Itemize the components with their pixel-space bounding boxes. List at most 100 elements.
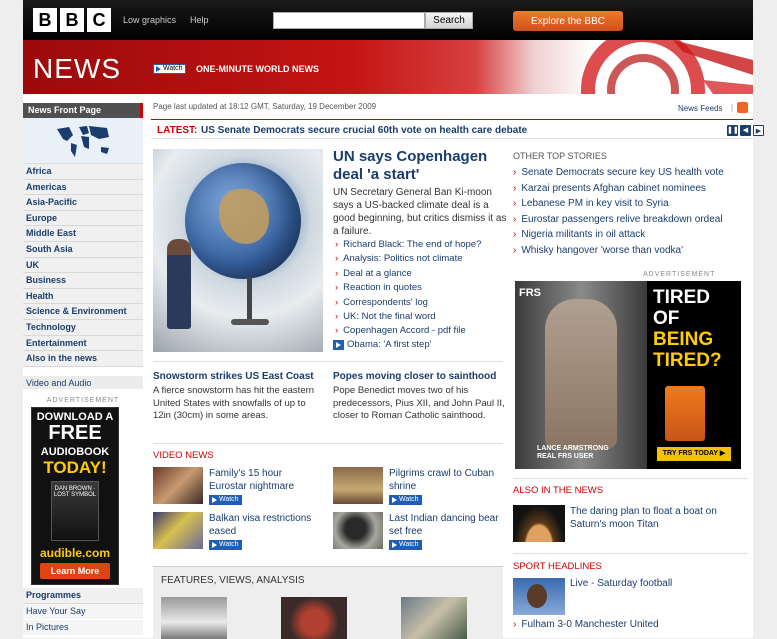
nav-item-uk[interactable]: UK	[23, 257, 143, 274]
watch-button[interactable]: Watch	[389, 495, 422, 505]
nav-item-science-environment[interactable]: Science & Environment	[23, 304, 143, 320]
top-story-link[interactable]: Karzai presents Afghan cabinet nominees	[513, 181, 748, 197]
nav-item-in-pictures[interactable]: In Pictures	[23, 619, 143, 636]
related-link[interactable]: Reaction in quotes	[335, 281, 511, 295]
latest-ticker: LATEST: US Senate Democrats secure cruci…	[151, 119, 764, 139]
top-story-link[interactable]: Eurostar passengers relive breakdown ord…	[513, 212, 748, 228]
nav-item-americas[interactable]: Americas	[23, 179, 143, 196]
nav-item-entertainment[interactable]: Entertainment	[23, 335, 143, 352]
titan-thumbnail[interactable]	[513, 505, 565, 542]
feature-thumbnail[interactable]	[401, 597, 467, 639]
video-title[interactable]: Balkan visa restrictions eased	[209, 512, 319, 538]
pause-icon[interactable]: ❚❚	[727, 125, 739, 136]
watch-button[interactable]: Watch	[209, 495, 242, 505]
product-can	[665, 386, 705, 441]
top-story-link[interactable]: Whisky hangover 'worse than vodka'	[513, 243, 748, 259]
frs-advertisement[interactable]: FRS LANCE ARMSTRONG REAL FRS USER TIRED …	[515, 281, 741, 469]
sub-story-headline[interactable]: Snowstorm strikes US East Coast	[153, 371, 314, 382]
main-story-image[interactable]	[153, 149, 323, 352]
top-story-link[interactable]: Lebanese PM in key visit to Syria	[513, 196, 748, 212]
features-section: FEATURES, VIEWS, ANALYSIS	[153, 566, 503, 639]
sport-story-link[interactable]: Fulham 3-0 Manchester United	[513, 619, 748, 630]
feature-thumbnail[interactable]	[281, 597, 347, 639]
sub-story-headline[interactable]: Popes moving closer to sainthood	[333, 371, 496, 382]
left-navigation: News Front Page Africa Americas Asia-Pac…	[23, 103, 143, 390]
related-link[interactable]: UK: Not the final word	[335, 310, 511, 324]
next-icon[interactable]: ▶	[753, 125, 764, 136]
ad-caption: LANCE ARMSTRONG REAL FRS USER	[537, 445, 609, 461]
features-heading: FEATURES, VIEWS, ANALYSIS	[161, 575, 305, 586]
previous-icon[interactable]: ◀	[740, 125, 751, 136]
ad-brand: audible.com	[39, 546, 110, 560]
related-link[interactable]: Analysis: Politics not climate	[335, 252, 511, 266]
top-story-link[interactable]: Nigeria militants in oil attack	[513, 227, 748, 243]
feature-thumbnail[interactable]	[161, 597, 227, 639]
watch-button[interactable]: Watch	[153, 64, 186, 74]
world-map-icon[interactable]	[23, 118, 143, 164]
video-title[interactable]: Pilgrims crawl to Cuban shrine	[389, 467, 499, 493]
main-related-links: Richard Black: The end of hope? Analysis…	[335, 238, 511, 339]
search-button[interactable]: Search	[425, 12, 473, 29]
rss-icon[interactable]	[737, 102, 748, 113]
also-story-link[interactable]: The daring plan to float a boat on Satur…	[570, 505, 750, 531]
nav-item-middle-east[interactable]: Middle East	[23, 226, 143, 242]
sport-thumbnail[interactable]	[513, 578, 565, 615]
main-headline[interactable]: UN says Copenhagen deal 'a start'	[333, 148, 513, 184]
nav-item-technology[interactable]: Technology	[23, 319, 143, 336]
related-link[interactable]: Correspondents' log	[335, 296, 511, 310]
nav-item-south-asia[interactable]: South Asia	[23, 241, 143, 258]
audible-ad[interactable]: DOWNLOAD A FREE AUDIOBOOK TODAY! DAN BRO…	[31, 407, 119, 585]
one-minute-news-link[interactable]: ONE-MINUTE WORLD NEWS	[196, 64, 319, 74]
try-frs-button[interactable]: TRY FRS TODAY ▶	[657, 447, 731, 461]
video-thumbnail[interactable]	[333, 512, 383, 549]
video-thumbnail[interactable]	[153, 512, 203, 549]
video-thumbnail[interactable]	[333, 467, 383, 504]
nav-item-europe[interactable]: Europe	[23, 210, 143, 227]
learn-more-button[interactable]: Learn More	[40, 563, 110, 579]
play-icon	[156, 66, 161, 72]
left-advertisement: ADVERTISEMENT DOWNLOAD A FREE AUDIOBOOK …	[23, 397, 143, 587]
obama-video-link[interactable]: Obama: 'A first step'	[333, 339, 431, 350]
video-thumbnail[interactable]	[153, 467, 203, 504]
top-story-link[interactable]: Senate Democrats secure key US health vo…	[513, 165, 748, 181]
nav-news-front-page[interactable]: News Front Page	[23, 103, 143, 118]
video-title[interactable]: Family's 15 hour Eurostar nightmare	[209, 467, 319, 493]
search-input[interactable]	[273, 12, 425, 29]
help-link[interactable]: Help	[190, 15, 209, 25]
nav-item-also-in-the-news[interactable]: Also in the news	[23, 351, 143, 367]
nav-item-africa[interactable]: Africa	[23, 164, 143, 180]
live-football-link[interactable]: Live - Saturday football	[570, 578, 672, 589]
news-title[interactable]: NEWS	[33, 53, 121, 85]
explore-bbc-button[interactable]: Explore the BBC	[513, 11, 623, 31]
nav-item-programmes[interactable]: Programmes	[23, 588, 143, 604]
divider	[153, 443, 503, 444]
divider	[513, 553, 748, 554]
nav-item-asia-pacific[interactable]: Asia-Pacific	[23, 195, 143, 211]
related-link[interactable]: Deal at a glance	[335, 267, 511, 281]
latest-headline-link[interactable]: US Senate Democrats secure crucial 60th …	[201, 125, 527, 136]
related-link[interactable]: Richard Black: The end of hope?	[335, 238, 511, 252]
also-in-the-news-heading: ALSO IN THE NEWS	[513, 485, 604, 496]
sub-story-summary: A fierce snowstorm has hit the eastern U…	[153, 385, 315, 421]
nav-item-business[interactable]: Business	[23, 273, 143, 289]
related-link[interactable]: Copenhagen Accord - pdf file	[335, 324, 511, 338]
watch-label: Watch	[163, 65, 183, 72]
watch-button[interactable]: Watch	[209, 540, 242, 550]
watch-button[interactable]: Watch	[389, 540, 422, 550]
low-graphics-link[interactable]: Low graphics	[123, 15, 176, 25]
video-link-label: Obama: 'A first step'	[347, 339, 432, 350]
news-feeds-link[interactable]: News Feeds	[678, 104, 722, 113]
other-top-stories-list: Senate Democrats secure key US health vo…	[513, 165, 748, 258]
play-icon	[212, 542, 217, 548]
play-icon	[392, 497, 397, 503]
global-header: B B C Low graphics Help Search Explore t…	[23, 0, 753, 40]
logo-letter: B	[60, 8, 84, 32]
nav-item-health[interactable]: Health	[23, 288, 143, 305]
video-title[interactable]: Last Indian dancing bear set free	[389, 512, 499, 538]
nav-item-have-your-say[interactable]: Have Your Say	[23, 603, 143, 620]
bbc-logo[interactable]: B B C	[33, 8, 111, 32]
sport-headlines-heading: SPORT HEADLINES	[513, 561, 602, 572]
nav-item-video-audio[interactable]: Video and Audio	[23, 375, 143, 390]
main-summary: UN Secretary General Ban Ki-moon says a …	[333, 187, 507, 237]
last-updated: Page last updated at 18:12 GMT, Saturday…	[153, 102, 377, 111]
